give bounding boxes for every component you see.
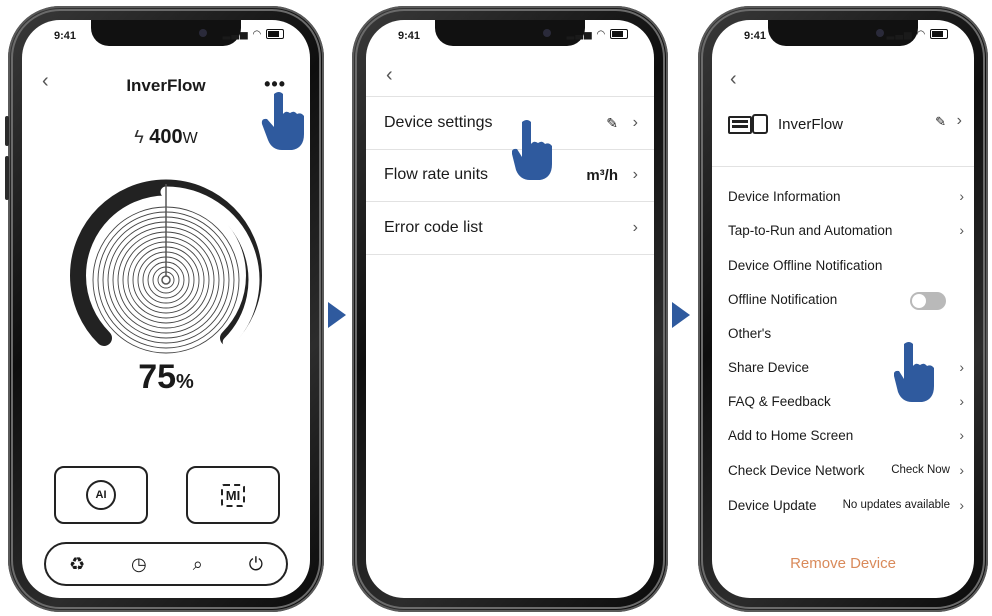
menu-item-label: Add to Home Screen xyxy=(728,428,854,443)
settings-row-flow-rate-units[interactable]: Flow rate units m³/h › xyxy=(366,149,654,202)
gauge-empty-segment xyxy=(160,186,260,348)
clock-icon[interactable]: ◷ xyxy=(131,554,147,575)
screen-device-menu: 9:41 ▂▃▅ ◠ ‹ InverFlow ✎ › Device Inform… xyxy=(712,20,974,598)
signal-icon: ▂▃▅ xyxy=(886,29,913,40)
status-time: 9:41 xyxy=(54,30,77,42)
row-label: Error code list xyxy=(384,219,483,236)
bottom-tabbar: ♻ ◷ ⌕ ⏻ xyxy=(44,542,288,586)
menu-item[interactable]: Device Information › xyxy=(728,181,964,215)
screen-settings: 9:41 ▂▃▅ ◠ ‹ Device settings ✎ › Flow ra… xyxy=(366,20,654,598)
menu-item: Device Offline Notification xyxy=(728,250,964,284)
chevron-right-icon[interactable]: › xyxy=(957,112,962,130)
menu-item-label: Offline Notification xyxy=(728,292,838,307)
pointing-hand-icon xyxy=(261,92,304,150)
back-icon[interactable]: ‹ xyxy=(730,68,737,91)
menu-item[interactable]: Check Device Network Check Now › xyxy=(728,455,964,489)
wifi-icon: ◠ xyxy=(596,29,607,40)
ai-mode-button[interactable]: AI xyxy=(54,466,148,524)
row-label: Device settings xyxy=(384,114,493,131)
pointing-hand-icon xyxy=(894,342,934,402)
battery-icon xyxy=(266,29,284,40)
edit-pencil-icon[interactable]: ✎ xyxy=(606,115,618,132)
side-button xyxy=(5,156,9,200)
chevron-right-icon: › xyxy=(632,114,638,131)
recycle-icon[interactable]: ♻ xyxy=(69,554,85,575)
step-arrow-icon xyxy=(672,302,690,328)
settings-row-error-code-list[interactable]: Error code list › xyxy=(366,202,654,255)
menu-item-label: Device Information xyxy=(728,189,841,204)
menu-item-value: Check Now xyxy=(891,464,950,476)
menu-item-label: Device Offline Notification xyxy=(728,258,883,273)
signal-icon: ▂▃▅ xyxy=(566,29,593,40)
wifi-icon: ◠ xyxy=(252,29,263,40)
status-icons: ▂▃▅ ◠ xyxy=(887,29,948,40)
phone-frame-1: 9:41 ▂▃▅ ◠ ‹ InverFlow ••• ϟ 400W 75% AI… xyxy=(5,6,324,612)
menu-item[interactable]: Add to Home Screen › xyxy=(728,420,964,454)
menu-item-value: No updates available xyxy=(842,499,950,511)
device-name: InverFlow xyxy=(778,116,844,133)
ai-cycle-icon: AI xyxy=(86,480,116,510)
power-value: 400 xyxy=(149,126,183,148)
notch xyxy=(91,20,241,46)
chevron-right-icon: › xyxy=(959,393,964,409)
divider xyxy=(712,166,974,167)
signal-icon: ▂▃▅ xyxy=(222,29,249,40)
menu-item[interactable]: Device Update No updates available › xyxy=(728,490,964,524)
chevron-right-icon: › xyxy=(959,359,964,375)
mi-mode-label: MI xyxy=(225,487,241,503)
menu-item-label: FAQ & Feedback xyxy=(728,394,831,409)
power-unit: W xyxy=(182,130,198,147)
status-icons: ▂▃▅ ◠ xyxy=(223,29,284,40)
edit-pencil-icon[interactable]: ✎ xyxy=(935,114,946,130)
wifi-icon: ◠ xyxy=(916,29,927,40)
menu-item-label: Check Device Network xyxy=(728,463,865,478)
gauge-percent-unit: % xyxy=(176,371,194,393)
phone-frame-2: 9:41 ▂▃▅ ◠ ‹ Device settings ✎ › Flow ra… xyxy=(352,6,668,612)
menu-item-label: Device Update xyxy=(728,498,817,513)
back-icon[interactable]: ‹ xyxy=(386,64,393,87)
menu-item-label: Tap-to-Run and Automation xyxy=(728,223,893,238)
menu-item-label: Share Device xyxy=(728,360,810,375)
status-time: 9:41 xyxy=(744,30,767,42)
battery-icon xyxy=(930,29,948,40)
chevron-right-icon: › xyxy=(959,427,964,443)
chevron-right-icon: › xyxy=(959,188,964,204)
ai-mode-label: AI xyxy=(95,489,107,501)
chevron-right-icon: › xyxy=(632,166,638,183)
pointing-hand-icon xyxy=(512,120,552,180)
settings-row-device-settings[interactable]: Device settings ✎ › xyxy=(366,96,654,150)
status-icons: ▂▃▅ ◠ xyxy=(567,29,628,40)
notch xyxy=(435,20,585,46)
power-icon[interactable]: ⏻ xyxy=(249,554,263,575)
phone-frame-3: 9:41 ▂▃▅ ◠ ‹ InverFlow ✎ › Device Inform… xyxy=(698,6,988,612)
gauge-center xyxy=(161,275,171,285)
gauge-percent: 75% xyxy=(22,358,310,397)
chevron-right-icon: › xyxy=(632,219,638,236)
device-thumbnail-icon xyxy=(728,110,770,136)
menu-item[interactable]: Tap-to-Run and Automation › xyxy=(728,215,964,249)
battery-icon xyxy=(610,29,628,40)
chevron-right-icon: › xyxy=(959,497,964,513)
flow-gauge[interactable] xyxy=(66,172,266,372)
gauge-percent-value: 75 xyxy=(138,358,177,396)
search-icon[interactable]: ⌕ xyxy=(193,554,203,575)
lightning-icon: ϟ xyxy=(134,127,144,147)
chevron-right-icon: › xyxy=(959,222,964,238)
side-button xyxy=(5,116,9,146)
step-arrow-icon xyxy=(328,302,346,328)
offline-notification-toggle[interactable] xyxy=(910,292,946,310)
mi-bracket-icon: MI xyxy=(220,483,246,507)
status-time: 9:41 xyxy=(398,30,421,42)
mi-mode-button[interactable]: MI xyxy=(186,466,280,524)
menu-item[interactable]: Offline Notification xyxy=(728,284,964,318)
row-label: Flow rate units xyxy=(384,166,489,183)
remove-device-button[interactable]: Remove Device xyxy=(712,555,974,572)
row-value: m³/h xyxy=(586,166,618,184)
chevron-right-icon: › xyxy=(959,462,964,478)
menu-item-label: Other's xyxy=(728,326,772,341)
